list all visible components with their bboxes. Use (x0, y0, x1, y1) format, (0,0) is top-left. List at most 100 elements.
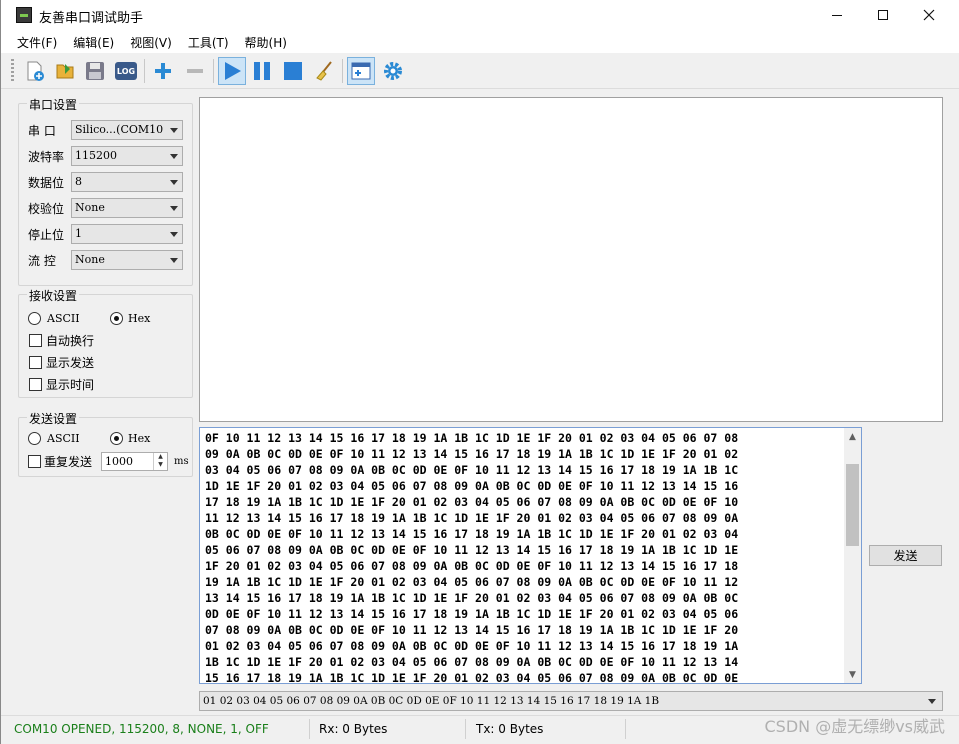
send-data-line: 15 16 17 18 19 1A 1B 1C 1D 1E 1F 20 01 0… (205, 671, 739, 684)
port-label: 串 口 (28, 124, 56, 138)
recv-hex-radio[interactable] (110, 312, 123, 325)
send-data-line: 11 12 13 14 15 16 17 18 19 1A 1B 1C 1D 1… (205, 511, 739, 525)
title-bar: 友善串口调试助手 (1, 0, 959, 32)
stop-button[interactable] (279, 57, 307, 85)
save-button[interactable] (81, 57, 109, 85)
parity-select[interactable]: None (71, 198, 183, 218)
new-window-button[interactable] (347, 57, 375, 85)
new-file-icon (27, 61, 44, 81)
tx-count: Tx: 0 Bytes (476, 722, 544, 736)
parity-label: 校验位 (28, 202, 65, 216)
menu-help[interactable]: 帮助(H) (237, 34, 295, 51)
menu-edit[interactable]: 编辑(E) (65, 34, 122, 51)
settings-gear-icon (384, 62, 402, 80)
repeat-send-checkbox[interactable] (28, 455, 41, 468)
show-time-checkbox[interactable] (29, 378, 42, 391)
clear-broom-icon (316, 61, 332, 81)
baud-select[interactable]: 115200 (71, 146, 183, 166)
toolbar-separator (213, 59, 214, 83)
receive-settings-group: 接收设置 ASCII Hex 自动换行 显示发送 显示时间 (18, 287, 193, 398)
play-icon (225, 62, 241, 80)
send-data-line: 09 0A 0B 0C 0D 0E 0F 10 11 12 13 14 15 1… (205, 447, 739, 461)
close-icon (923, 9, 935, 21)
repeat-interval-input[interactable]: 1000 ▲ ▼ (101, 452, 168, 471)
recv-ascii-radio[interactable] (28, 312, 41, 325)
log-label: LOG (116, 66, 136, 76)
window-title: 友善串口调试助手 (39, 11, 144, 26)
stop-bits-select[interactable]: 1 (71, 224, 183, 244)
data-bits-select[interactable]: 8 (71, 172, 183, 192)
auto-newline-checkbox[interactable] (29, 334, 42, 347)
flow-control-select[interactable]: None (71, 250, 183, 270)
status-separator (465, 719, 466, 739)
send-data-line: 03 04 05 06 07 08 09 0A 0B 0C 0D 0E 0F 1… (205, 463, 739, 477)
send-scrollbar[interactable]: ▲ ▼ (844, 428, 861, 683)
recv-ascii-label: ASCII (47, 312, 80, 325)
port-value: Silico...(COM10 (75, 123, 164, 136)
send-data-text: 0F 10 11 12 13 14 15 16 17 18 19 1A 1B 1… (205, 430, 845, 684)
send-settings-title: 发送设置 (27, 410, 80, 427)
new-file-button[interactable] (21, 57, 49, 85)
maximize-icon (878, 10, 888, 20)
remove-button[interactable] (181, 57, 209, 85)
spin-buttons[interactable]: ▲ ▼ (153, 453, 167, 470)
app-icon (16, 7, 32, 23)
minimize-button[interactable] (814, 0, 860, 30)
log-button[interactable]: LOG (112, 57, 140, 85)
serial-settings-title: 串口设置 (27, 96, 80, 113)
clear-button[interactable] (310, 57, 338, 85)
open-button[interactable] (51, 57, 79, 85)
send-hex-label: Hex (128, 432, 151, 445)
chevron-down-icon (928, 699, 936, 704)
pause-icon (254, 62, 270, 80)
port-select[interactable]: Silico...(COM10 (71, 120, 183, 140)
receive-settings-title: 接收设置 (27, 287, 80, 304)
menu-file[interactable]: 文件(F) (9, 34, 65, 51)
show-time-label: 显示时间 (46, 378, 95, 392)
baud-value: 115200 (75, 149, 117, 162)
scroll-down-icon[interactable]: ▼ (844, 666, 861, 683)
auto-newline-label: 自动换行 (46, 334, 95, 348)
toolbar-separator (342, 59, 343, 83)
send-settings-group: 发送设置 ASCII Hex 重复发送 1000 ▲ ▼ ms (18, 410, 193, 477)
pause-button[interactable] (248, 57, 276, 85)
chevron-down-icon (170, 258, 178, 263)
receive-textarea[interactable] (199, 97, 943, 422)
send-data-line: 05 06 07 08 09 0A 0B 0C 0D 0E 0F 10 11 1… (205, 543, 739, 557)
baud-label: 波特率 (28, 150, 65, 164)
send-textarea[interactable]: 0F 10 11 12 13 14 15 16 17 18 19 1A 1B 1… (199, 427, 862, 684)
scroll-up-icon[interactable]: ▲ (844, 428, 861, 445)
send-data-line: 1D 1E 1F 20 01 02 03 04 05 06 07 08 09 0… (205, 479, 739, 493)
window-add-icon (351, 62, 371, 80)
show-send-checkbox[interactable] (29, 356, 42, 369)
close-button[interactable] (906, 0, 952, 30)
status-separator (625, 719, 626, 739)
stop-icon (284, 62, 302, 80)
send-data-line: 1B 1C 1D 1E 1F 20 01 02 03 04 05 06 07 0… (205, 655, 739, 669)
send-data-line: 19 1A 1B 1C 1D 1E 1F 20 01 02 03 04 05 0… (205, 575, 739, 589)
minimize-icon (832, 14, 842, 16)
send-button[interactable]: 发送 (869, 545, 942, 566)
stop-bits-value: 1 (75, 227, 82, 240)
send-data-line: 13 14 15 16 17 18 19 1A 1B 1C 1D 1E 1F 2… (205, 591, 739, 605)
settings-button[interactable] (379, 57, 407, 85)
serial-settings-group: 串口设置 串 口 Silico...(COM10 波特率 115200 数据位 … (18, 96, 193, 286)
flow-value: None (75, 253, 105, 266)
plus-icon (155, 63, 171, 79)
watermark: CSDN @虚无缥缈vs威武 (764, 717, 945, 736)
maximize-button[interactable] (860, 0, 906, 30)
add-button[interactable] (149, 57, 177, 85)
minus-icon (187, 69, 203, 73)
menu-tools[interactable]: 工具(T) (180, 34, 237, 51)
toolbar-grip (11, 59, 14, 83)
send-hex-radio[interactable] (110, 432, 123, 445)
send-ascii-radio[interactable] (28, 432, 41, 445)
menu-view[interactable]: 视图(V) (122, 34, 180, 51)
scroll-thumb[interactable] (846, 464, 859, 546)
start-button[interactable] (218, 57, 246, 85)
send-history-value: 01 02 03 04 05 06 07 08 09 0A 0B 0C 0D 0… (203, 695, 660, 707)
chevron-down-icon (170, 206, 178, 211)
send-history-select[interactable]: 01 02 03 04 05 06 07 08 09 0A 0B 0C 0D 0… (199, 691, 943, 711)
parity-value: None (75, 201, 105, 214)
send-data-line: 07 08 09 0A 0B 0C 0D 0E 0F 10 11 12 13 1… (205, 623, 739, 637)
